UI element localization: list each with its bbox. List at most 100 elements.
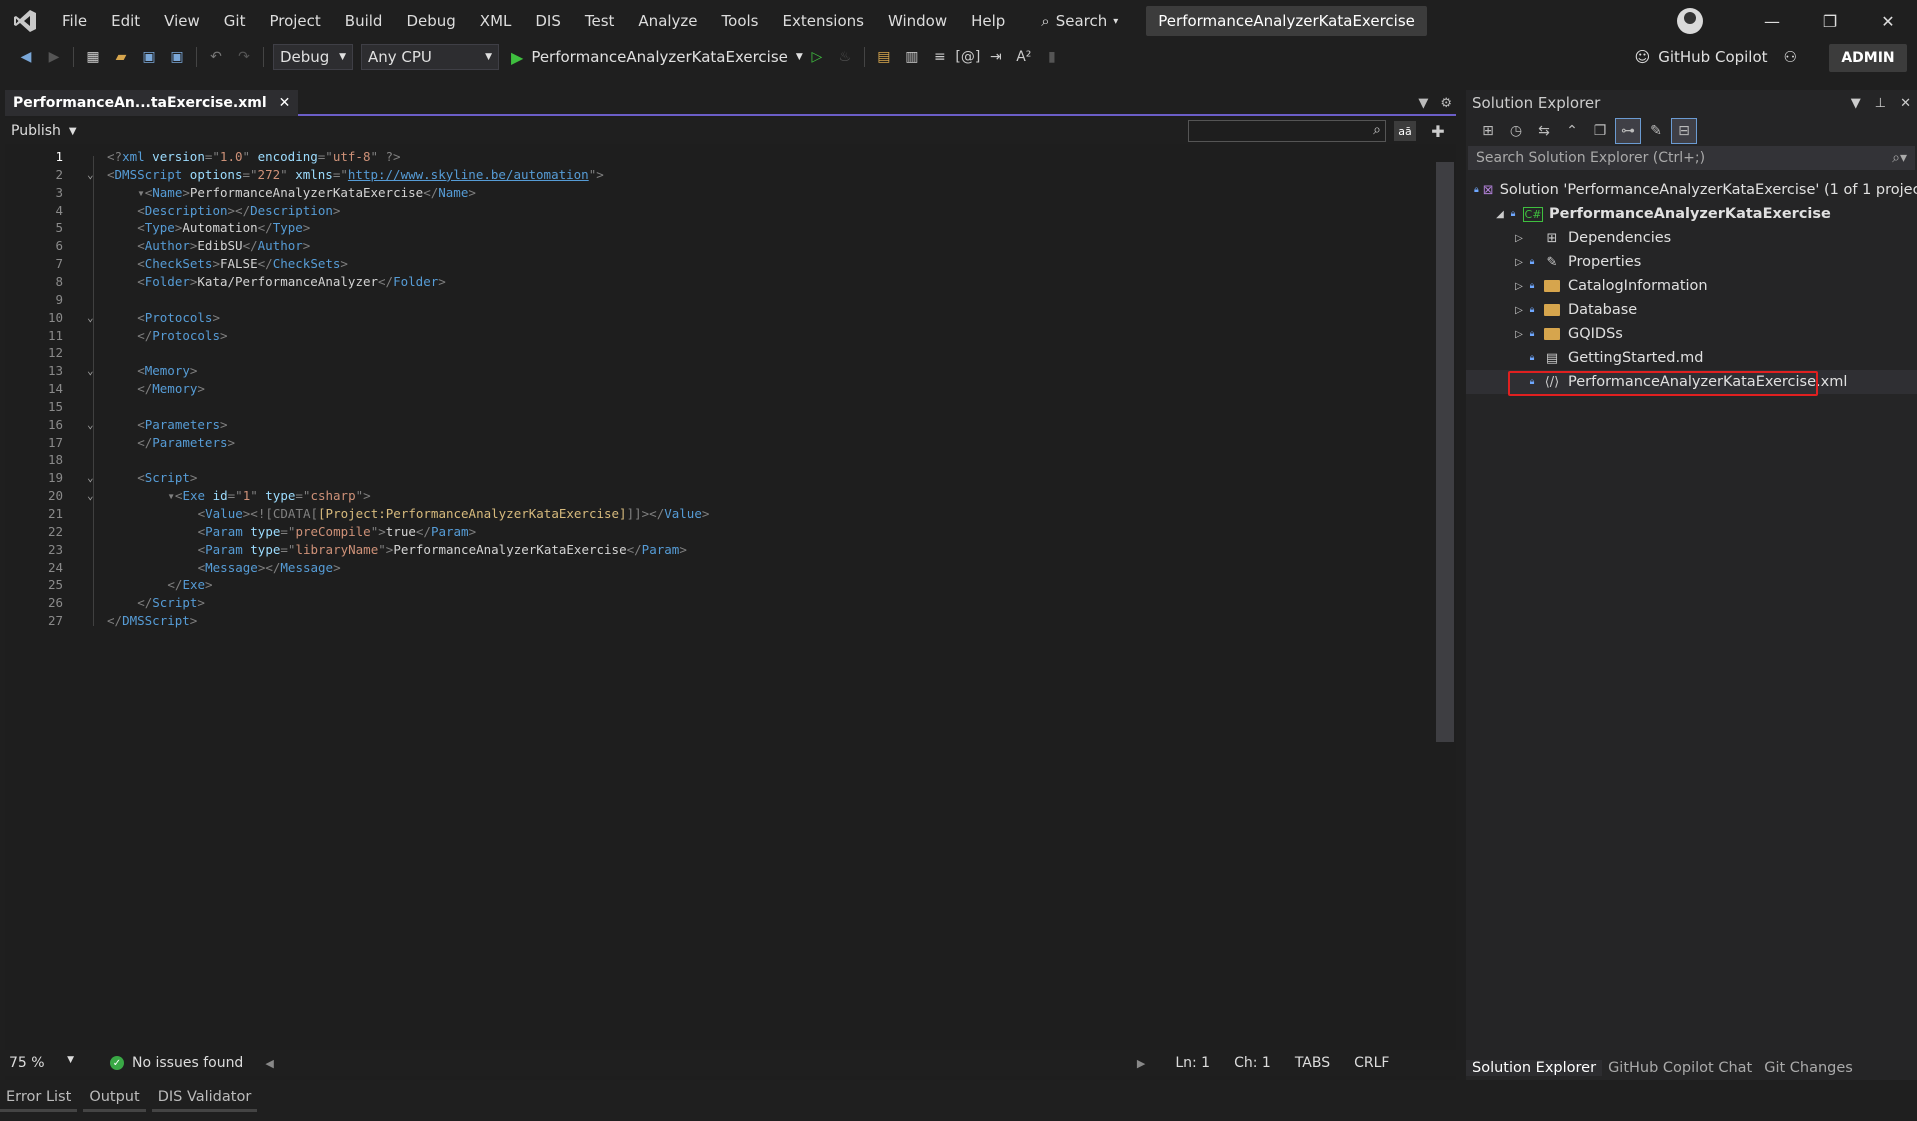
tab-output[interactable]: Output bbox=[83, 1085, 146, 1112]
platform-dropdown[interactable]: Any CPU ▼ bbox=[361, 44, 499, 70]
pending-changes-icon[interactable]: ◷ bbox=[1504, 119, 1528, 143]
code-line[interactable]: 5 <Type>Automation</Type> bbox=[5, 219, 1431, 237]
code-line[interactable]: 9 bbox=[5, 291, 1431, 309]
tab-github-copilot-chat[interactable]: GitHub Copilot Chat bbox=[1602, 1060, 1758, 1076]
fold-toggle-icon[interactable]: ⌄ bbox=[87, 166, 94, 184]
menu-extensions[interactable]: Extensions bbox=[770, 0, 875, 42]
code-line[interactable]: 26 </Script> bbox=[5, 594, 1431, 612]
expand-arrow-icon[interactable]: ◢ bbox=[1493, 209, 1507, 220]
minimize-icon[interactable]: — bbox=[1743, 0, 1801, 42]
fold-toggle-icon[interactable]: ⌄ bbox=[87, 416, 94, 434]
tree-item[interactable]: ▷ 🔒︎ ✎ Properties bbox=[1466, 250, 1917, 274]
code-line[interactable]: 24 <Message></Message> bbox=[5, 559, 1431, 577]
code-line[interactable]: 16 ⌄ <Parameters> bbox=[5, 416, 1431, 434]
pin-icon[interactable]: ⊥ bbox=[1875, 96, 1886, 111]
hot-reload-icon[interactable]: ♨ bbox=[833, 45, 857, 69]
tree-item[interactable]: ▷ ⊞ Dependencies bbox=[1466, 226, 1917, 250]
code-line[interactable]: 3 ▾<Name>PerformanceAnalyzerKataExercise<… bbox=[5, 184, 1431, 202]
line-ending-indicator[interactable]: CRLF bbox=[1342, 1055, 1401, 1071]
menu-build[interactable]: Build bbox=[333, 0, 395, 42]
tree-item[interactable]: ◢ 🔒︎ C# PerformanceAnalyzerKataExercise bbox=[1466, 202, 1917, 226]
track-active-item-icon[interactable]: ⊶ bbox=[1615, 118, 1641, 144]
tree-item[interactable]: ▷ 🔒︎ GQIDSs bbox=[1466, 322, 1917, 346]
code-line[interactable]: 19 ⌄ <Script> bbox=[5, 469, 1431, 487]
open-folder-icon[interactable]: ▰ bbox=[109, 45, 133, 69]
tree-item[interactable]: ▷ 🔒︎ Database bbox=[1466, 298, 1917, 322]
tree-item[interactable]: 🔒︎ ⟨/⟩ PerformanceAnalyzerKataExercise.xml bbox=[1466, 370, 1917, 396]
fold-toggle-icon[interactable]: ⌄ bbox=[87, 487, 94, 505]
tab-git-changes[interactable]: Git Changes bbox=[1758, 1060, 1859, 1076]
admin-badge[interactable]: ADMIN bbox=[1829, 44, 1907, 72]
tabs-indicator[interactable]: TABS bbox=[1283, 1055, 1342, 1071]
panel-menu-chevron-icon[interactable]: ▼ bbox=[1851, 96, 1861, 111]
code-line[interactable]: 1 <?xml version="1.0" encoding="utf-8" ?> bbox=[5, 148, 1431, 166]
menu-xml[interactable]: XML bbox=[468, 0, 524, 42]
avatar[interactable] bbox=[1677, 8, 1703, 34]
start-debugging-button[interactable]: ▶ PerformanceAnalyzerKataExercise ▼ bbox=[511, 48, 803, 67]
expand-arrow-icon[interactable]: ▷ bbox=[1512, 281, 1526, 292]
split-editor-icon[interactable]: ✚ bbox=[1426, 120, 1450, 142]
document-tab[interactable]: PerformanceAn...taExercise.xml ✕ bbox=[5, 90, 299, 116]
menu-edit[interactable]: Edit bbox=[99, 0, 152, 42]
code-line[interactable]: 25 </Exe> bbox=[5, 576, 1431, 594]
scroll-right-icon[interactable]: ▶ bbox=[1137, 1057, 1145, 1070]
menu-window[interactable]: Window bbox=[876, 0, 959, 42]
close-window-icon[interactable]: ✕ bbox=[1859, 0, 1917, 42]
properties-wrench-icon[interactable]: ✎ bbox=[1644, 119, 1668, 143]
menu-test[interactable]: Test bbox=[573, 0, 627, 42]
code-line[interactable]: 22 <Param type="preCompile">true</Param> bbox=[5, 523, 1431, 541]
code-line[interactable]: 10 ⌄ <Protocols> bbox=[5, 309, 1431, 327]
close-panel-icon[interactable]: ✕ bbox=[1900, 96, 1911, 111]
menu-dis[interactable]: DIS bbox=[523, 0, 573, 42]
match-case-icon[interactable]: aā bbox=[1394, 121, 1416, 141]
column-indicator[interactable]: Ch: 1 bbox=[1222, 1055, 1283, 1071]
menu-help[interactable]: Help bbox=[959, 0, 1017, 42]
expand-arrow-icon[interactable]: ▷ bbox=[1512, 305, 1526, 316]
expand-arrow-icon[interactable]: ▷ bbox=[1512, 257, 1526, 268]
code-line[interactable]: 2 ⌄ <DMSScript options="272" xmlns="http:/… bbox=[5, 166, 1431, 184]
search-button[interactable]: ⌕ Search ▾ bbox=[1031, 0, 1128, 42]
code-line[interactable]: 21 <Value><![CDATA[[Project:PerformanceAn… bbox=[5, 505, 1431, 523]
scroll-left-icon[interactable]: ◀ bbox=[265, 1057, 273, 1070]
visual-studio-logo-icon[interactable] bbox=[0, 0, 50, 42]
start-without-debugging-icon[interactable]: ▷ bbox=[805, 45, 829, 69]
code-line[interactable]: 20 ⌄ ▾<Exe id="1" type="csharp"> bbox=[5, 487, 1431, 505]
tab-settings-gear-icon[interactable]: ⚙ bbox=[1440, 96, 1452, 111]
window-layout-icon[interactable]: ▥ bbox=[900, 45, 924, 69]
issues-indicator[interactable]: ✓ No issues found bbox=[110, 1055, 243, 1071]
collapse-all-icon[interactable]: ⌃ bbox=[1560, 119, 1584, 143]
menu-view[interactable]: View bbox=[152, 0, 212, 42]
code-line[interactable]: 8 <Folder>Kata/PerformanceAnalyzer</Folde… bbox=[5, 273, 1431, 291]
fold-toggle-icon[interactable]: ⌄ bbox=[87, 469, 94, 487]
comment-icon[interactable]: [@] bbox=[955, 45, 980, 69]
menu-project[interactable]: Project bbox=[257, 0, 332, 42]
configuration-dropdown[interactable]: Debug ▼ bbox=[273, 44, 353, 70]
github-copilot-button[interactable]: ☺ GitHub Copilot ⚇ bbox=[1635, 42, 1797, 72]
code-line[interactable]: 12 bbox=[5, 344, 1431, 362]
code-token[interactable]: http://www.skyline.be/automation bbox=[348, 167, 589, 182]
save-icon[interactable]: ▣ bbox=[137, 45, 161, 69]
code-line[interactable]: 23 <Param type="libraryName">PerformanceA… bbox=[5, 541, 1431, 559]
switch-views-icon[interactable]: ⊞ bbox=[1476, 119, 1500, 143]
preview-selected-icon[interactable]: ⊟ bbox=[1671, 118, 1697, 144]
expand-arrow-icon[interactable]: ▷ bbox=[1512, 329, 1526, 340]
fold-toggle-icon[interactable]: ⌄ bbox=[87, 362, 94, 380]
save-all-icon[interactable]: ▣ bbox=[165, 45, 189, 69]
scrollbar-thumb[interactable] bbox=[1436, 162, 1454, 742]
new-project-icon[interactable]: ▦ bbox=[81, 45, 105, 69]
zoom-dropdown[interactable]: 75 % ▼ bbox=[5, 1055, 80, 1071]
menu-file[interactable]: File bbox=[50, 0, 99, 42]
tab-solution-explorer[interactable]: Solution Explorer bbox=[1466, 1060, 1603, 1076]
format-icon[interactable]: ≡ bbox=[928, 45, 952, 69]
navigate-forward-icon[interactable]: ▶ bbox=[42, 45, 66, 69]
solution-search-input[interactable]: Search Solution Explorer (Ctrl+;) ⌕▾ bbox=[1468, 146, 1915, 170]
code-line[interactable]: 17 </Parameters> bbox=[5, 434, 1431, 452]
code-line[interactable]: 13 ⌄ <Memory> bbox=[5, 362, 1431, 380]
code-line[interactable]: 11 </Protocols> bbox=[5, 327, 1431, 345]
menu-git[interactable]: Git bbox=[212, 0, 258, 42]
code-line[interactable]: 14 </Memory> bbox=[5, 380, 1431, 398]
indent-icon[interactable]: ⇥ bbox=[984, 45, 1008, 69]
menu-tools[interactable]: Tools bbox=[710, 0, 771, 42]
tab-dis-validator[interactable]: DIS Validator bbox=[151, 1085, 258, 1112]
tab-list-chevron-icon[interactable]: ▼ bbox=[1418, 96, 1428, 111]
